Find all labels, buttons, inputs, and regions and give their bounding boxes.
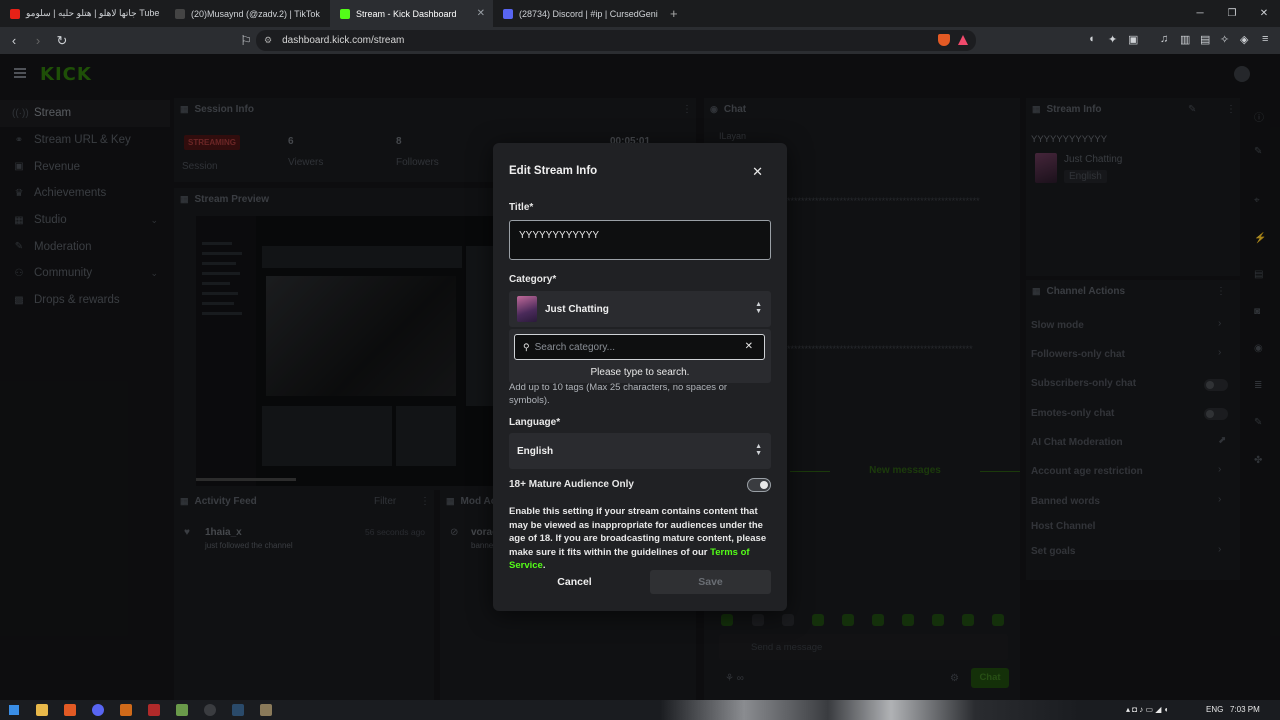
brave-rewards-icon[interactable]	[958, 35, 968, 45]
obs-icon[interactable]	[204, 704, 216, 716]
browser-tab[interactable]: (20)Musaynd (@zadv.2) | TikTok	[165, 0, 330, 27]
app-icon[interactable]	[260, 704, 272, 716]
save-button[interactable]: Save	[650, 570, 771, 594]
leo-icon[interactable]: ✧	[1220, 33, 1229, 46]
category-search-box[interactable]: ⚲ ✕	[514, 334, 765, 360]
sidebar-icon[interactable]: ▥	[1180, 33, 1190, 46]
taskbar-wallpaper	[660, 700, 1080, 720]
music-icon[interactable]: ♫	[1160, 33, 1168, 45]
clear-search-icon[interactable]: ✕	[745, 341, 753, 352]
tab-title: (20)Musaynd (@zadv.2) | TikTok	[191, 8, 320, 19]
steam-icon[interactable]	[232, 704, 244, 716]
browser-tab-active[interactable]: Stream - Kick Dashboard ✕	[330, 0, 493, 27]
close-icon[interactable]: ✕	[752, 164, 763, 180]
category-thumbnail	[517, 296, 537, 322]
windows-taskbar	[0, 700, 1280, 720]
youtube-icon	[10, 8, 20, 19]
language-label: Language*	[509, 417, 561, 428]
language-value: English	[517, 445, 554, 457]
search-hint: Please type to search.	[590, 367, 690, 378]
brave-shield-icon[interactable]	[938, 34, 950, 46]
tab-title: جاتها لاهلو | هتلو حليه | سلومو Tube	[26, 8, 160, 18]
title-input[interactable]: YYYYYYYYYYYY	[509, 220, 771, 260]
mature-toggle[interactable]	[747, 478, 771, 492]
screenshot-icon[interactable]: ▣	[1128, 33, 1138, 46]
mature-description: Enable this setting if your stream conta…	[509, 505, 775, 573]
maximize-icon[interactable]: ❐	[1216, 0, 1248, 27]
browser-tab-strip: جاتها لاهلو | هتلو حليه | سلومو Tube (20…	[0, 0, 1280, 27]
app-icon[interactable]	[120, 704, 132, 716]
address-bar[interactable]: ⚙ dashboard.kick.com/stream	[256, 30, 976, 51]
brave-icon[interactable]	[64, 704, 76, 716]
windows-start-icon[interactable]	[9, 705, 19, 715]
category-select[interactable]: Just Chatting ▲ ▼	[509, 291, 771, 327]
select-arrows-icon: ▲ ▼	[755, 443, 762, 457]
kick-icon	[340, 8, 350, 19]
tab-title: Stream - Kick Dashboard	[356, 8, 457, 19]
minimize-icon[interactable]: ─	[1184, 0, 1216, 27]
tab-title: (28734) Discord | #ip | CursedGenius	[519, 8, 658, 19]
reload-icon[interactable]: ↻	[52, 33, 72, 49]
title-label: Title*	[509, 202, 534, 213]
discord-icon	[503, 8, 513, 19]
app-icon[interactable]	[176, 704, 188, 716]
wallet-icon[interactable]: ▤	[1200, 33, 1210, 46]
mature-label: 18+ Mature Audience Only	[509, 479, 634, 490]
category-value: Just Chatting	[545, 303, 609, 315]
site-info-icon[interactable]: ⚙	[264, 35, 272, 46]
edit-stream-info-modal: Edit Stream Info ✕ Title* YYYYYYYYYYYY C…	[493, 143, 787, 611]
audio-icon[interactable]: ◖	[1088, 33, 1095, 45]
discord-icon[interactable]	[92, 704, 104, 716]
file-explorer-icon[interactable]	[36, 704, 48, 716]
browser-tab[interactable]: جاتها لاهلو | هتلو حليه | سلومو Tube	[0, 0, 165, 27]
search-icon: ⚲	[523, 341, 530, 352]
modal-title: Edit Stream Info	[509, 165, 598, 177]
extensions-icon[interactable]: ✦	[1108, 33, 1117, 46]
input-language[interactable]: ENG	[1206, 705, 1223, 714]
clock[interactable]: 7:03 PM	[1230, 705, 1260, 714]
back-icon[interactable]: ‹	[4, 33, 24, 48]
language-select[interactable]: English ▲ ▼	[509, 433, 771, 469]
close-window-icon[interactable]: ✕	[1248, 0, 1280, 27]
select-arrows-icon: ▲ ▼	[755, 301, 762, 315]
bookmark-icon[interactable]: ⚐	[236, 33, 256, 49]
forward-icon[interactable]: ›	[28, 33, 48, 48]
tiktok-icon	[175, 8, 185, 19]
new-tab-icon[interactable]: +	[670, 6, 678, 21]
tray-icons[interactable]: ▴ ◘ ♪ ▭ ◢ ◖	[1126, 705, 1169, 714]
cancel-button[interactable]: Cancel	[509, 570, 640, 594]
browser-tab[interactable]: (28734) Discord | #ip | CursedGenius	[493, 0, 658, 27]
category-search-input[interactable]	[534, 341, 730, 353]
url-text: dashboard.kick.com/stream	[282, 35, 405, 46]
close-tab-icon[interactable]: ✕	[477, 8, 485, 19]
app-icon[interactable]	[148, 704, 160, 716]
category-label: Category*	[509, 274, 557, 285]
tags-help-text: Add up to 10 tags (Max 25 characters, no…	[509, 382, 728, 406]
